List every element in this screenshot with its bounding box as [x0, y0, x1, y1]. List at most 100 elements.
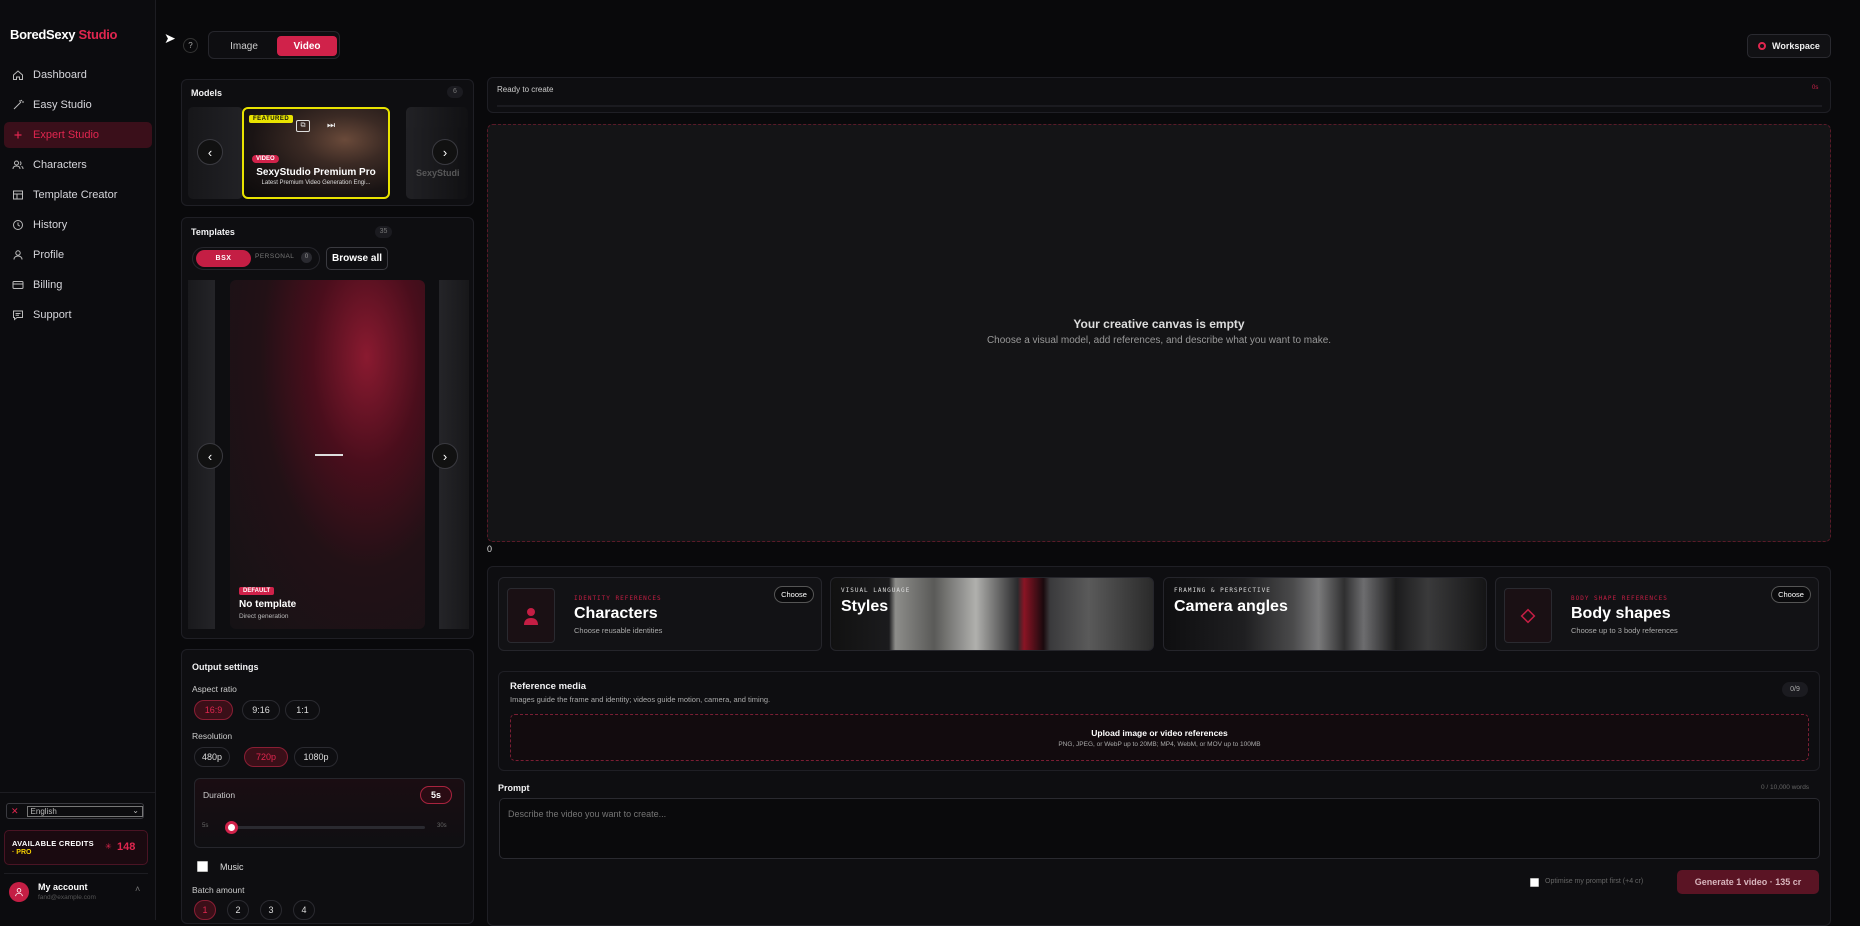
wand-icon: [13, 99, 24, 110]
plan-badge: · PRO: [12, 849, 32, 856]
styles-card[interactable]: VISUAL LANGUAGE Styles: [830, 577, 1154, 651]
batch-option-4[interactable]: 4: [293, 900, 315, 920]
aspect-option-1-1[interactable]: 1:1: [285, 700, 320, 720]
model-card-featured[interactable]: FEATURED ⧉ ⏭ VIDEO SexyStudio Premium Pr…: [242, 107, 390, 199]
play-next-icon[interactable]: ⏭: [327, 120, 335, 131]
credits-box[interactable]: AVAILABLE CREDITS · PRO ✳ 148: [4, 830, 148, 865]
upload-dropzone[interactable]: Upload image or video references PNG, JP…: [510, 714, 1809, 761]
account-menu[interactable]: My account fand@example.com ˄: [4, 873, 148, 909]
language-select[interactable]: English ⌄: [26, 805, 143, 817]
batch-option-2[interactable]: 2: [227, 900, 249, 920]
person-icon: [524, 607, 538, 625]
batch-option-3[interactable]: 3: [260, 900, 282, 920]
reference-desc: Images guide the frame and identity; vid…: [510, 695, 771, 704]
styles-title: Styles: [841, 598, 889, 615]
sidebar-item-label: Characters: [33, 159, 87, 171]
sidebar-item-expert-studio[interactable]: Expert Studio: [4, 122, 152, 148]
aspect-option-16-9[interactable]: 16:9: [194, 700, 233, 720]
characters-choose-button[interactable]: Choose: [774, 586, 814, 603]
duration-slider-thumb[interactable]: [225, 821, 238, 834]
sidebar-item-profile[interactable]: Profile: [4, 242, 152, 268]
aspect-option-9-16[interactable]: 9:16: [242, 700, 280, 720]
characters-card[interactable]: IDENTITY REFERENCES Characters Choose re…: [498, 577, 822, 651]
resolution-option-1080p[interactable]: 1080p: [294, 747, 338, 767]
sidebar-item-label: Expert Studio: [33, 129, 100, 141]
optimise-prompt-checkbox[interactable]: [1530, 878, 1539, 887]
sidebar-divider: [0, 792, 156, 793]
model-name: SexyStudi: [416, 168, 460, 178]
models-next-button[interactable]: ›: [432, 139, 458, 165]
creative-canvas[interactable]: Your creative canvas is empty Choose a v…: [487, 124, 1831, 542]
language-selector[interactable]: ✕ English ⌄: [6, 803, 144, 819]
open-external-icon[interactable]: ⧉: [296, 120, 310, 132]
sidebar-item-label: Support: [33, 309, 72, 321]
sidebar-item-dashboard[interactable]: Dashboard: [4, 62, 152, 88]
tab-video[interactable]: Video: [277, 36, 337, 56]
user-icon: [13, 250, 23, 260]
prompt-textarea[interactable]: [499, 798, 1820, 859]
models-count: 6: [447, 86, 463, 98]
output-settings-panel: Output settings Aspect ratio 16:9 9:16 1…: [181, 649, 474, 924]
sidebar-item-label: Billing: [33, 279, 63, 291]
tab-personal[interactable]: PERSONAL: [255, 253, 294, 260]
music-checkbox[interactable]: [197, 861, 208, 872]
workspace-button[interactable]: Workspace: [1747, 34, 1831, 58]
chevron-up-icon: ˄: [135, 884, 141, 894]
sidebar-item-template-creator[interactable]: Template Creator: [4, 182, 152, 208]
account-email: fand@example.com: [38, 894, 96, 901]
featured-badge: FEATURED: [249, 115, 294, 123]
template-divider: [315, 454, 343, 456]
generate-button[interactable]: Generate 1 video · 135 cr: [1677, 870, 1819, 894]
sidebar-item-billing[interactable]: Billing: [4, 272, 152, 298]
brand-logo[interactable]: BoredSexy Studio: [10, 27, 117, 42]
tab-image[interactable]: Image: [213, 36, 275, 56]
reference-media-section: Reference media Images guide the frame a…: [498, 671, 1820, 771]
batch-option-1[interactable]: 1: [194, 900, 216, 920]
camera-angles-tag: FRAMING & PERSPECTIVE: [1174, 587, 1271, 594]
sidebar-item-easy-studio[interactable]: Easy Studio: [4, 92, 152, 118]
sidebar-nav: Dashboard Easy Studio Expert Studio Char…: [0, 62, 156, 332]
canvas-empty-desc: Choose a visual model, add references, a…: [986, 335, 1332, 346]
users-icon: [12, 160, 24, 170]
user-icon: [15, 888, 23, 897]
template-icon: [13, 190, 23, 200]
templates-tabs: BSX PERSONAL 0: [192, 247, 320, 270]
duration-value: 5s: [420, 786, 452, 804]
duration-slider[interactable]: [225, 821, 425, 834]
models-title: Models: [191, 88, 223, 98]
tab-bsx[interactable]: BSX: [196, 250, 251, 267]
credits-spark-icon: ✳: [105, 842, 112, 851]
body-shapes-card[interactable]: BODY SHAPE REFERENCES Body shapes Choose…: [1495, 577, 1819, 651]
template-name: No template: [239, 599, 297, 610]
reference-count: 0/9: [1782, 682, 1808, 697]
browse-all-button[interactable]: Browse all: [326, 247, 388, 270]
camera-angles-card[interactable]: FRAMING & PERSPECTIVE Camera angles: [1163, 577, 1487, 651]
models-prev-button[interactable]: ‹: [197, 139, 223, 165]
template-card-default[interactable]: DEFAULT No template Direct generation: [230, 280, 425, 629]
chevron-right-icon: ›: [442, 144, 448, 160]
mode-switcher: Image Video: [208, 31, 340, 59]
model-desc: Latest Premium Video Generation Engi...: [261, 180, 371, 186]
resolution-option-720p[interactable]: 720p: [244, 747, 288, 767]
chevron-left-icon: ‹: [207, 144, 213, 160]
help-button[interactable]: ?: [183, 38, 198, 53]
sidebar: BoredSexy Studio Dashboard Easy Studio E…: [0, 0, 156, 920]
sidebar-item-support[interactable]: Support: [4, 302, 152, 328]
body-shapes-choose-button[interactable]: Choose: [1771, 586, 1811, 603]
canvas-counter: 0: [487, 544, 493, 554]
sidebar-item-label: Easy Studio: [33, 99, 92, 111]
resolution-option-480p[interactable]: 480p: [194, 747, 230, 767]
sidebar-item-label: Template Creator: [33, 189, 118, 201]
templates-next-button[interactable]: ›: [432, 443, 458, 469]
canvas-empty-title: Your creative canvas is empty: [1073, 317, 1245, 331]
mouse-cursor-icon: ➤: [164, 30, 176, 46]
sidebar-item-characters[interactable]: Characters: [4, 152, 152, 178]
sidebar-item-history[interactable]: History: [4, 212, 152, 238]
diamond-icon: [1520, 608, 1536, 623]
body-shapes-desc: Choose up to 3 body references: [1571, 626, 1678, 635]
prompt-word-counter: 0 / 10,000 words: [1761, 784, 1810, 791]
duration-max: 30s: [437, 823, 447, 829]
templates-prev-button[interactable]: ‹: [197, 443, 223, 469]
video-badge: VIDEO: [252, 155, 279, 163]
credits-label: AVAILABLE CREDITS: [12, 839, 94, 848]
